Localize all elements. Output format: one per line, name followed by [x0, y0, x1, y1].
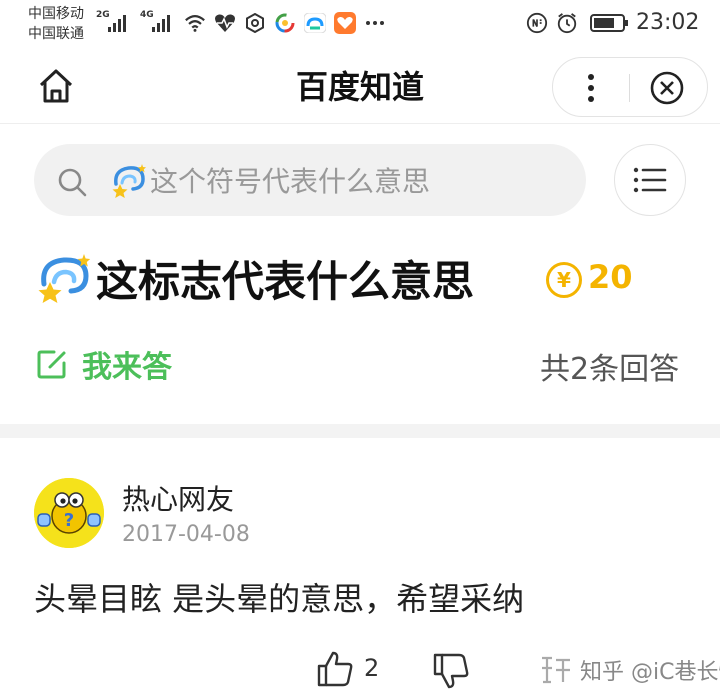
- search-input[interactable]: 这个符号代表什么意思: [150, 160, 430, 200]
- question-title: 这标志代表什么意思: [96, 257, 475, 306]
- answer-date: 2017-04-08: [122, 522, 250, 547]
- carrier-1: 中国移动: [28, 6, 84, 22]
- dizzy-emoji-icon: [112, 164, 146, 198]
- watermark-text: 知乎 @iC巷长情: [580, 660, 720, 685]
- alarm-icon: [556, 12, 578, 34]
- answer-button[interactable]: 我来答: [36, 342, 172, 386]
- orange-app-icon: [334, 12, 356, 34]
- list-menu-button[interactable]: [614, 144, 686, 216]
- colorful-app-icon: [274, 12, 296, 34]
- status-bar: 中国移动 中国联通 2G 4G 23:02: [0, 0, 720, 48]
- svg-text:?: ?: [64, 510, 74, 531]
- close-icon: [650, 71, 684, 105]
- cloud-app-icon: [304, 12, 326, 34]
- dizzy-emoji-icon: [38, 254, 91, 303]
- answer-text: 头晕目眩 是头晕的意思，希望采纳: [34, 580, 525, 618]
- list-menu-icon: [633, 167, 667, 193]
- thumbs-up-icon[interactable]: [316, 650, 354, 688]
- bounty-value: 20: [588, 258, 633, 296]
- wifi-icon: [184, 12, 206, 34]
- signal-icon-2: [152, 12, 170, 32]
- search-bar[interactable]: 这个符号代表什么意思: [34, 144, 586, 216]
- heart-rate-icon: [214, 12, 236, 34]
- coin-icon: ¥: [546, 262, 582, 298]
- zhihu-logo-icon: [542, 656, 570, 684]
- search-icon: [58, 168, 87, 197]
- battery-icon: [590, 12, 630, 34]
- carrier-info: 中国移动 中国联通: [28, 4, 84, 44]
- avatar[interactable]: ?: [34, 478, 104, 548]
- signal-icon: [108, 12, 126, 32]
- capsule-divider: [629, 74, 630, 102]
- answer-label: 我来答: [82, 350, 172, 385]
- thumbs-down-icon[interactable]: [432, 652, 470, 690]
- answer-author[interactable]: 热心网友: [122, 478, 234, 518]
- status-time: 23:02: [636, 10, 700, 35]
- more-button[interactable]: [569, 66, 613, 110]
- mini-program-capsule: [552, 57, 708, 117]
- like-count: 2: [364, 654, 380, 682]
- more-dots-icon: [364, 12, 386, 34]
- more-vertical-icon: [588, 74, 594, 102]
- section-divider: [0, 424, 720, 438]
- hexagon-icon: [244, 12, 266, 34]
- answer-count: 共2条回答: [540, 352, 680, 387]
- avatar-emoji: ?: [34, 478, 104, 548]
- nfc-icon: [526, 12, 548, 34]
- close-button[interactable]: [645, 66, 689, 110]
- carrier-2: 中国联通: [28, 26, 84, 42]
- title-bar: 百度知道: [0, 48, 720, 124]
- edit-icon: [37, 350, 66, 379]
